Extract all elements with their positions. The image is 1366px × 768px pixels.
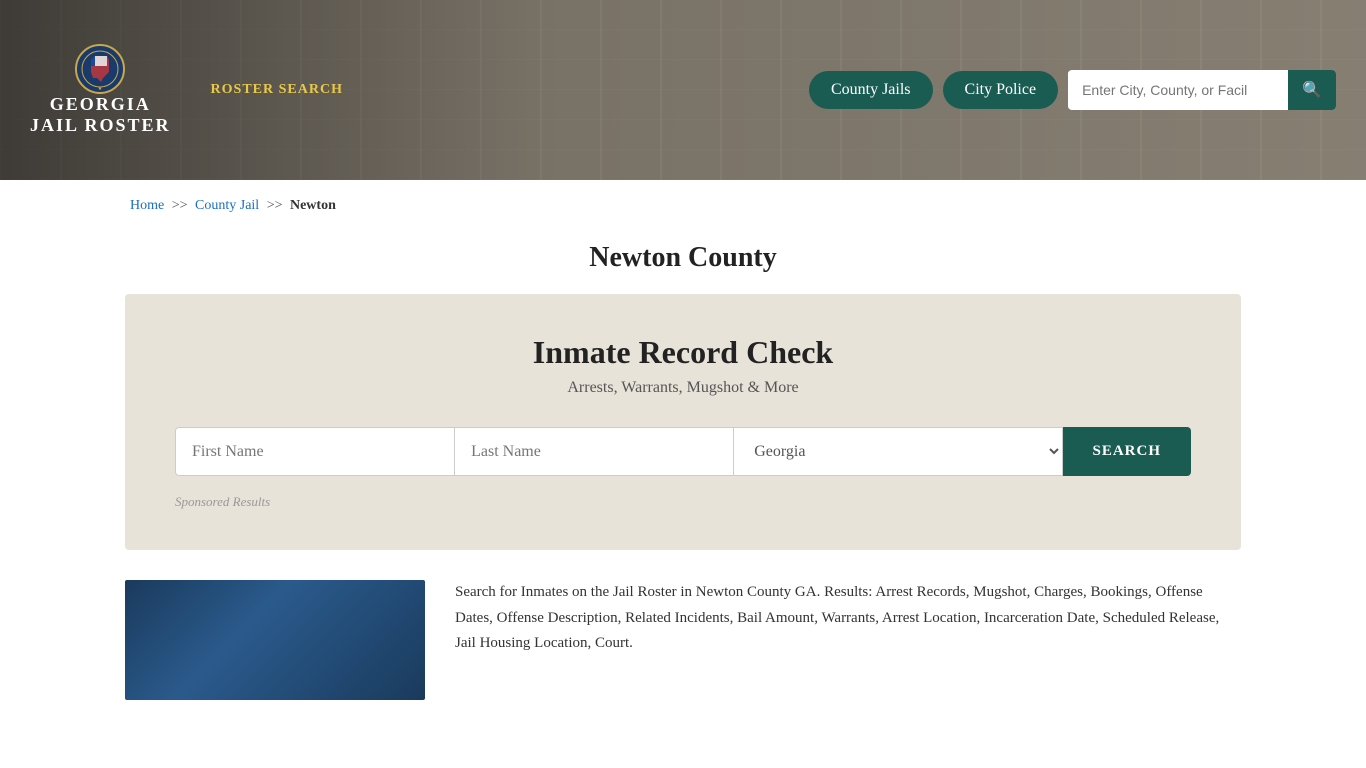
georgia-seal-icon: ★ [75, 44, 125, 94]
breadcrumb-current: Newton [290, 198, 336, 213]
header-search-input[interactable] [1068, 72, 1288, 108]
breadcrumb-home[interactable]: Home [130, 198, 164, 213]
county-thumbnail-image [125, 580, 425, 700]
breadcrumb-sep1: >> [172, 198, 188, 213]
site-logo[interactable]: ★ GEORGIA JAIL ROSTER [30, 44, 171, 136]
search-icon: 🔍 [1302, 82, 1322, 99]
breadcrumb-sep2: >> [267, 198, 283, 213]
county-jails-button[interactable]: County Jails [809, 71, 933, 109]
inmate-check-subtitle: Arrests, Warrants, Mugshot & More [175, 379, 1191, 397]
city-police-button[interactable]: City Police [943, 71, 1059, 109]
logo-text-line1: GEORGIA [50, 94, 151, 115]
first-name-input[interactable] [175, 427, 455, 476]
bottom-section: Search for Inmates on the Jail Roster in… [0, 550, 1366, 740]
site-header: ★ GEORGIA JAIL ROSTER ROSTER SEARCH Coun… [0, 0, 1366, 180]
header-search-button[interactable]: 🔍 [1288, 70, 1336, 110]
inmate-search-button[interactable]: SEARCH [1063, 427, 1192, 476]
last-name-input[interactable] [455, 427, 734, 476]
county-description: Search for Inmates on the Jail Roster in… [455, 580, 1241, 657]
page-title: Newton County [0, 242, 1366, 274]
sponsored-results-label: Sponsored Results [175, 494, 1191, 510]
roster-search-nav[interactable]: ROSTER SEARCH [211, 82, 343, 98]
inmate-search-form: Georgia Alabama Florida Tennessee SEARCH [175, 427, 1191, 476]
logo-text-line2: JAIL ROSTER [30, 115, 171, 136]
inmate-check-section: Inmate Record Check Arrests, Warrants, M… [125, 294, 1241, 550]
svg-text:★: ★ [98, 86, 103, 92]
inmate-check-title: Inmate Record Check [175, 334, 1191, 371]
state-select[interactable]: Georgia Alabama Florida Tennessee [734, 427, 1062, 476]
breadcrumb-county-jail[interactable]: County Jail [195, 198, 259, 213]
header-search-box: 🔍 [1068, 70, 1336, 110]
breadcrumb: Home >> County Jail >> Newton [0, 180, 1366, 232]
